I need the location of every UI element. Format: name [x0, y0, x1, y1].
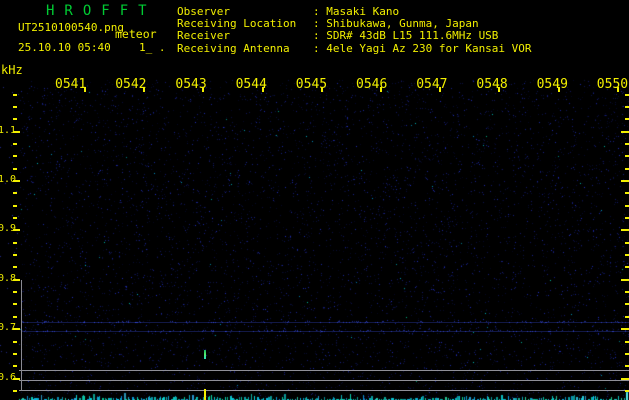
level-grid-line-3	[19, 390, 629, 391]
freq-tick-left	[13, 341, 17, 343]
freq-label-0.6: 0.6	[0, 372, 16, 383]
freq-tick-left	[13, 143, 17, 145]
freq-tick-right	[625, 217, 629, 219]
time-label-0549: 0549	[537, 77, 568, 92]
freq-tick-right	[625, 266, 629, 268]
freq-tick-right	[625, 303, 629, 305]
freq-label-0.8: 0.8	[0, 273, 16, 284]
freq-tick-right	[625, 118, 629, 120]
time-tick-0545	[321, 87, 323, 92]
time-tick-0550	[617, 87, 619, 92]
info-value-2: : SDR# 43dB L15 111.6MHz USB	[313, 29, 498, 42]
freq-tick-left	[13, 192, 17, 194]
time-tick-0543	[202, 87, 204, 92]
freq-label-1.1: 1.1	[0, 125, 16, 136]
freq-tick-left	[13, 106, 17, 108]
freq-tick-left	[13, 217, 17, 219]
freq-tick-right	[625, 168, 629, 170]
freq-tick-right	[621, 229, 629, 231]
freq-tick-right	[625, 205, 629, 207]
freq-label-0.7: 0.7	[0, 322, 16, 333]
time-label-0546: 0546	[356, 77, 387, 92]
info-value-1: : Shibukawa, Gunma, Japan	[313, 17, 479, 30]
time-tick-0542	[143, 87, 145, 92]
freq-tick-left	[13, 316, 17, 318]
level-grid-line-1	[19, 370, 629, 371]
info-value-0: : Masaki Kano	[313, 5, 399, 18]
freq-tick-right	[625, 365, 629, 367]
info-label-0: Observer	[177, 5, 230, 18]
freq-tick-left	[13, 303, 17, 305]
rfi-band-1	[22, 322, 629, 323]
freq-tick-left	[13, 168, 17, 170]
freq-label-0.9: 0.9	[0, 223, 16, 234]
meteor-mode-label: meteor	[115, 27, 157, 41]
freq-tick-right	[621, 279, 629, 281]
freq-tick-left	[13, 291, 17, 293]
y-axis-unit-label: kHz	[1, 63, 23, 77]
freq-tick-right	[625, 390, 629, 392]
info-label-2: Receiver	[177, 29, 230, 42]
info-value-3: : 4ele Yagi Az 230 for Kansai VOR	[313, 42, 532, 55]
freq-tick-left	[13, 118, 17, 120]
spectrogram-noise-field	[0, 0, 629, 400]
app-title: HROFFT	[46, 3, 157, 19]
freq-tick-right	[621, 378, 629, 380]
time-label-0548: 0548	[476, 77, 507, 92]
info-label-3: Receiving Antenna	[177, 42, 290, 55]
freq-tick-right	[625, 341, 629, 343]
meteor-count-line	[204, 389, 206, 400]
freq-tick-right	[625, 192, 629, 194]
freq-tick-right	[621, 131, 629, 133]
freq-tick-right	[625, 254, 629, 256]
freq-tick-right	[625, 353, 629, 355]
freq-tick-left	[13, 390, 17, 392]
time-tick-0546	[380, 87, 382, 92]
observation-datetime: 25.10.10 05:40	[18, 41, 111, 54]
freq-tick-right	[621, 328, 629, 330]
freq-tick-right	[625, 94, 629, 96]
freq-tick-left	[13, 205, 17, 207]
level-grid-line-2	[19, 380, 629, 381]
freq-tick-right	[625, 316, 629, 318]
time-label-0547: 0547	[416, 77, 447, 92]
freq-label-1.0: 1.0	[0, 174, 16, 185]
rfi-band-2	[22, 331, 629, 332]
freq-tick-right	[625, 155, 629, 157]
time-label-0542: 0542	[115, 77, 146, 92]
freq-tick-right	[621, 180, 629, 182]
time-tick-0541	[84, 87, 86, 92]
freq-tick-left	[13, 254, 17, 256]
meteor-count: 1_ .	[139, 41, 166, 54]
level-panel-left-border	[21, 280, 22, 391]
info-label-1: Receiving Location	[177, 17, 296, 30]
freq-tick-right	[625, 143, 629, 145]
freq-tick-left	[13, 94, 17, 96]
freq-tick-left	[13, 353, 17, 355]
freq-tick-left	[13, 365, 17, 367]
freq-tick-left	[13, 155, 17, 157]
time-tick-0548	[498, 87, 500, 92]
freq-tick-right	[625, 291, 629, 293]
hrofft-screen: HROFFT UT2510100540.png meteor 25.10.10 …	[0, 0, 629, 400]
freq-tick-left	[13, 266, 17, 268]
time-tick-0549	[558, 87, 560, 92]
meteor-echo-mark	[204, 350, 206, 359]
freq-tick-left	[13, 242, 17, 244]
time-tick-0544	[262, 87, 264, 92]
freq-tick-right	[625, 106, 629, 108]
freq-tick-right	[625, 242, 629, 244]
time-tick-0547	[439, 87, 441, 92]
time-label-0541: 0541	[55, 77, 86, 92]
time-label-0550: 0550	[597, 77, 628, 92]
